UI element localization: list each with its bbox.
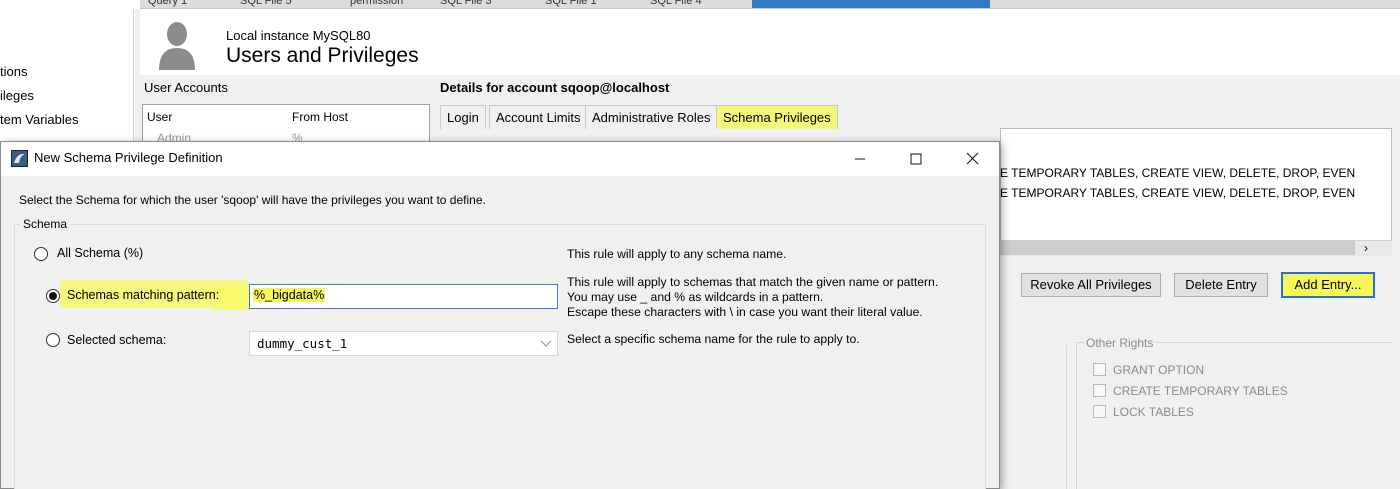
instance-label: Local instance MySQL80	[226, 28, 371, 43]
delete-entry-button[interactable]: Delete Entry	[1174, 273, 1268, 297]
description-pattern-line2: You may use _ and % as wildcards in a pa…	[567, 290, 824, 304]
radio-selected-dot	[49, 292, 57, 300]
tab-login[interactable]: Login	[440, 105, 486, 129]
tab-schema-privileges[interactable]: Schema Privileges	[716, 105, 838, 129]
editor-tab-active[interactable]	[752, 0, 990, 8]
checkbox-label: LOCK TABLES	[1113, 405, 1194, 419]
checkbox-label: GRANT OPTION	[1113, 363, 1205, 377]
checkbox-icon[interactable]	[1093, 384, 1106, 397]
checkbox-create-temporary-tables[interactable]: CREATE TEMPORARY TABLES	[1093, 384, 1288, 398]
radio-label-selected-schema[interactable]: Selected schema:	[67, 333, 166, 347]
schema-pattern-input[interactable]: %_bigdata%	[249, 284, 558, 309]
editor-tab[interactable]: Query 1	[148, 0, 187, 8]
dialog-instruction: Select the Schema for which the user 'sq…	[19, 193, 486, 207]
mysql-workbench-icon	[11, 150, 28, 167]
description-pattern-line3: Escape these characters with \ in case y…	[567, 305, 923, 319]
editor-tab-strip: Query 1 SQL File 5 permission SQL File 3…	[140, 0, 1400, 9]
chevron-down-icon[interactable]	[538, 334, 554, 352]
dialog-title: New Schema Privilege Definition	[34, 150, 223, 165]
radio-selected-schema[interactable]	[46, 333, 60, 347]
nav-item-users-privileges[interactable]: ileges	[0, 88, 134, 103]
editor-tab[interactable]: SQL File 1	[545, 0, 597, 8]
schema-group-label: Schema	[20, 217, 71, 231]
radio-all-schema[interactable]	[34, 247, 48, 261]
radio-schemas-matching-pattern[interactable]	[46, 289, 60, 303]
checkbox-lock-tables[interactable]: LOCK TABLES	[1093, 405, 1194, 419]
revoke-all-privileges-button[interactable]: Revoke All Privileges	[1021, 273, 1161, 297]
checkbox-label: CREATE TEMPORARY TABLES	[1113, 384, 1288, 398]
checkbox-icon[interactable]	[1093, 405, 1106, 418]
radio-label-schemas-matching-pattern[interactable]: Schemas matching pattern:	[67, 288, 219, 302]
details-title: Details for account sqoop@localhost	[440, 80, 670, 95]
user-accounts-label: User Accounts	[144, 80, 228, 95]
pattern-input-value: %_bigdata%	[253, 288, 326, 302]
description-selected-schema: Select a specific schema name for the ru…	[567, 332, 860, 346]
schema-group	[14, 224, 986, 489]
privileges-row[interactable]: E TEMPORARY TABLES, CREATE VIEW, DELETE,…	[1000, 186, 1392, 200]
scrollbar-thumb[interactable]	[1000, 241, 1355, 255]
user-avatar-icon	[159, 22, 195, 70]
page-title: Users and Privileges	[226, 44, 419, 67]
description-all-schema: This rule will apply to any schema name.	[567, 247, 787, 261]
scroll-right-arrow-icon[interactable]: ›	[1358, 240, 1374, 256]
checkbox-icon[interactable]	[1093, 363, 1106, 376]
tab-administrative-roles[interactable]: Administrative Roles	[585, 105, 718, 129]
add-entry-button[interactable]: Add Entry...	[1281, 272, 1375, 298]
column-header-from-host[interactable]: From Host	[292, 110, 348, 124]
radio-label-all-schema[interactable]: All Schema (%)	[57, 246, 143, 260]
close-icon[interactable]	[952, 146, 992, 172]
privileges-row[interactable]: E TEMPORARY TABLES, CREATE VIEW, DELETE,…	[1000, 166, 1392, 180]
other-rights-label: Other Rights	[1084, 336, 1156, 350]
panel-divider	[1066, 345, 1067, 489]
column-header-user[interactable]: User	[147, 110, 172, 124]
editor-tab[interactable]: SQL File 4	[650, 0, 702, 8]
editor-tab[interactable]: permission	[350, 0, 403, 8]
description-pattern-line1: This rule will apply to schemas that mat…	[567, 275, 939, 289]
minimize-icon[interactable]	[840, 146, 880, 172]
checkbox-grant-option[interactable]: GRANT OPTION	[1093, 363, 1204, 377]
nav-item-system-variables[interactable]: tem Variables	[0, 112, 134, 127]
editor-tab[interactable]: SQL File 3	[440, 0, 492, 8]
selected-schema-dropdown[interactable]: dummy_cust_1	[249, 331, 558, 356]
nav-item-connections[interactable]: tions	[0, 64, 134, 79]
maximize-icon[interactable]	[896, 146, 936, 172]
tab-account-limits[interactable]: Account Limits	[489, 105, 588, 129]
editor-tab[interactable]: SQL File 5	[240, 0, 292, 8]
